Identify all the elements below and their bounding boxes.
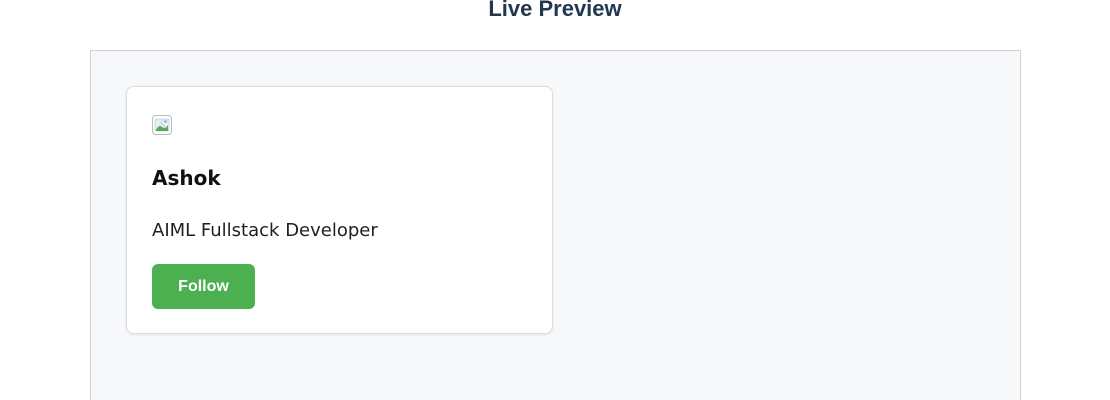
page-root: Live Preview Ashok AIML Fullstack Develo…	[0, 0, 1110, 400]
broken-image-icon	[152, 115, 172, 135]
page-title: Live Preview	[488, 0, 622, 21]
follow-button[interactable]: Follow	[152, 264, 255, 309]
live-preview-frame: Ashok AIML Fullstack Developer Follow	[90, 50, 1021, 400]
profile-card: Ashok AIML Fullstack Developer Follow	[126, 86, 553, 334]
profile-role: AIML Fullstack Developer	[152, 220, 378, 241]
profile-name: Ashok	[152, 166, 221, 190]
